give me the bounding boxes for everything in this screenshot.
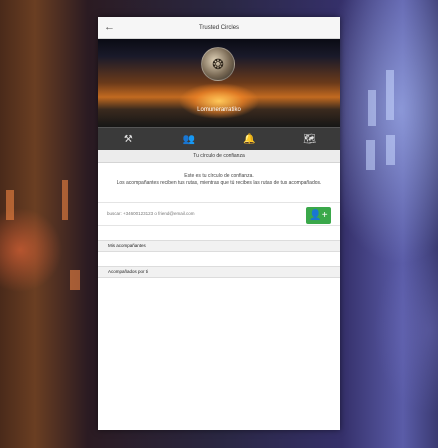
tab-tools[interactable]: ⚒ [98,128,159,150]
map-icon: 🗺 [303,133,317,145]
page-title: Trusted Circles [198,24,240,31]
search-row: 👤+ [98,201,340,226]
add-user-icon: 👤+ [309,209,328,221]
avatar[interactable]: ❂ [201,47,235,81]
description-line: Este es tu círculo de confianza. [184,173,254,179]
profile-banner: ❂ Lomunerarratiko [98,39,340,127]
users-icon: 👥 [182,133,195,145]
tab-circles[interactable]: 👥 [159,128,220,150]
list-header-accompanied: Acompañados por ti [98,265,340,278]
profile-username: Lomunerarratiko [197,107,241,113]
circle-description: Este es tu círculo de confianza. Los aco… [98,163,340,195]
section-title: Tu círculo de confianza [98,150,340,163]
background-window [70,270,80,290]
app-header: ← Trusted Circles [98,17,340,39]
tab-alerts[interactable]: 🔔 [219,128,280,150]
background-window [62,180,68,220]
app-window: ← Trusted Circles ❂ Lomunerarratiko ⚒ 👥 … [98,17,340,430]
background-window [386,135,395,165]
background-window [366,140,375,170]
background-window [386,70,394,120]
avatar-image-icon: ❂ [212,55,224,72]
description-line: Los acompañantes reciben tus rutas, mien… [116,179,322,186]
back-arrow-icon[interactable]: ← [104,21,115,33]
add-companion-button[interactable]: 👤+ [306,206,331,224]
background-window [368,90,376,126]
background-window [6,190,14,220]
list-header-companions: Mis acompañantes [98,239,340,252]
tab-bar: ⚒ 👥 🔔 🗺 [98,127,340,150]
search-input[interactable] [107,211,297,216]
tab-map[interactable]: 🗺 [280,128,341,150]
tools-icon: ⚒ [123,133,133,145]
bell-icon: 🔔 [243,133,256,145]
